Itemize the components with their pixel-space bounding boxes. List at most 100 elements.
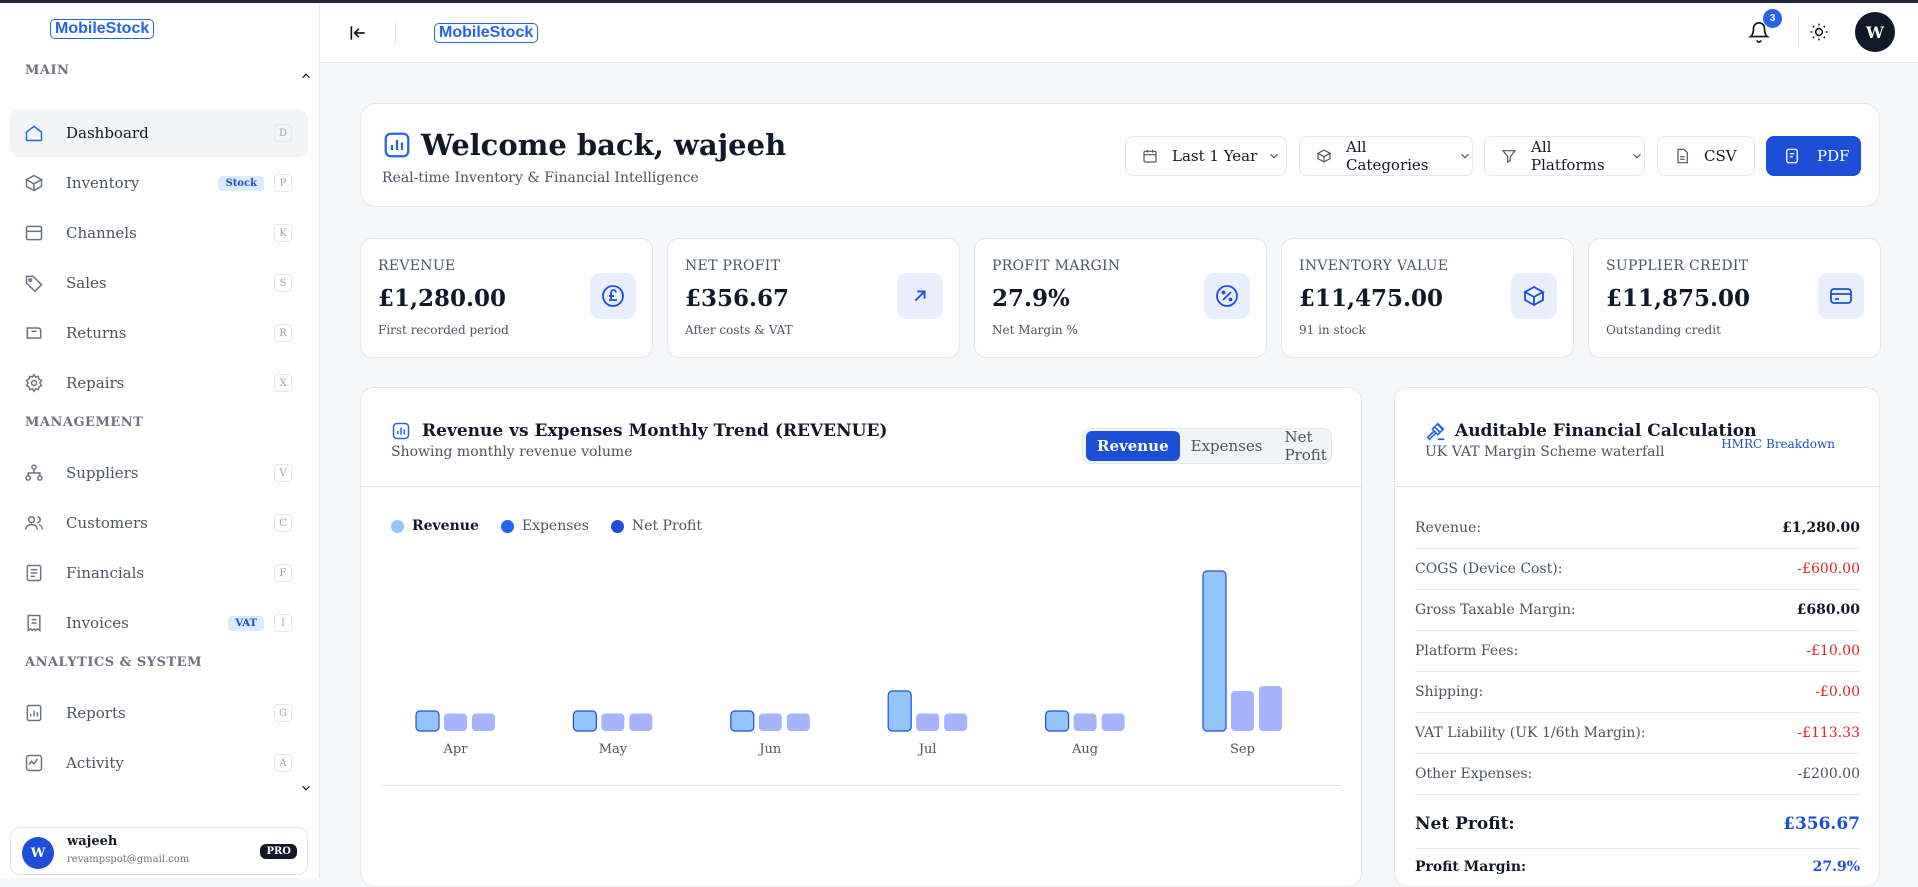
sidebar-item-sales[interactable]: Sales S [10, 259, 308, 307]
bar-net-profit-jul[interactable] [944, 713, 968, 732]
return-icon [24, 323, 44, 343]
calc-row-value: £1,280.00 [1782, 520, 1860, 536]
sidebar-item-suppliers[interactable]: Suppliers V [10, 449, 308, 497]
pdf-file-icon [1783, 147, 1801, 165]
theme-toggle-button[interactable] [1804, 17, 1834, 47]
legend-label: Revenue [412, 518, 479, 534]
legend-item-revenue[interactable]: Revenue [391, 518, 479, 534]
stat-label: SUPPLIER CREDIT [1606, 258, 1749, 274]
chevron-down-icon [1630, 149, 1644, 163]
card-header: Revenue vs Expenses Monthly Trend (REVEN… [361, 388, 1361, 487]
category-select[interactable]: All Categories [1299, 136, 1473, 176]
topbar-logo[interactable]: MobileStock [434, 23, 539, 43]
sidebar: MobileStock MAIN Dashboard D Inventory S… [0, 3, 320, 878]
bar-net-profit-jun[interactable] [786, 713, 810, 732]
bar-revenue-aug[interactable] [1044, 710, 1070, 732]
bar-net-profit-sep[interactable] [1259, 686, 1282, 731]
calc-row-value: -£600.00 [1797, 561, 1860, 577]
calc-row: Net Profit: £356.67 [1415, 799, 1860, 849]
sidebar-logo[interactable]: MobileStock [50, 19, 155, 39]
sidebar-item-label: Dashboard [66, 124, 149, 142]
tab-net-profit[interactable]: Net Profit [1273, 428, 1337, 464]
page-subtitle: Real-time Inventory & Financial Intellig… [382, 170, 699, 186]
sidebar-item-label: Sales [66, 274, 107, 292]
chevron-up-icon[interactable] [299, 69, 313, 83]
calc-row-value: 27.9% [1812, 858, 1860, 875]
tab-expenses[interactable]: Expenses [1180, 431, 1274, 461]
collapse-sidebar-icon[interactable] [348, 23, 368, 43]
home-icon [24, 123, 44, 143]
pdf-label: PDF [1817, 147, 1850, 165]
legend-label: Expenses [521, 518, 589, 534]
calc-row-value: -£10.00 [1806, 643, 1860, 659]
hmrc-breakdown-link[interactable]: HMRC Breakdown [1721, 437, 1835, 451]
bar-revenue-sep[interactable] [1202, 570, 1227, 732]
stat-note: 91 in stock [1299, 323, 1366, 337]
platform-select[interactable]: All Platforms [1484, 136, 1645, 176]
category-value: All Categories [1346, 138, 1429, 174]
bar-net-profit-aug[interactable] [1101, 713, 1125, 732]
bar-revenue-jul[interactable] [887, 690, 912, 732]
calendar-icon [1142, 148, 1158, 164]
chevron-down-icon[interactable] [299, 781, 313, 795]
sidebar-item-label: Repairs [66, 374, 125, 392]
shortcut-key: D [274, 124, 292, 142]
shortcut-key: V [274, 464, 292, 482]
user-profile-card[interactable]: W wajeeh revampspot@gmail.com PRO [10, 827, 308, 875]
x-tick-label: Jul [917, 742, 937, 757]
shortcut-key: S [274, 274, 292, 292]
legend-label: Net Profit [631, 518, 703, 534]
stock-badge: Stock [218, 175, 264, 191]
stat-value: £1,280.00 [378, 285, 507, 312]
sidebar-item-reports[interactable]: Reports G [10, 689, 308, 737]
box-icon [24, 173, 44, 193]
period-value: Last 1 Year [1172, 147, 1258, 165]
sidebar-item-channels[interactable]: Channels K [10, 209, 308, 257]
tab-revenue[interactable]: Revenue [1086, 431, 1180, 461]
divider [1798, 17, 1799, 47]
chevron-down-icon [1267, 149, 1281, 163]
card-header: Auditable Financial Calculation UK VAT M… [1395, 388, 1879, 487]
sidebar-item-dashboard[interactable]: Dashboard D [10, 109, 308, 157]
calc-row-label: Shipping: [1415, 684, 1484, 700]
bar-expenses-apr[interactable] [444, 713, 467, 732]
bar-revenue-apr[interactable] [415, 710, 440, 732]
export-pdf-button[interactable]: PDF [1766, 136, 1861, 176]
bar-revenue-jun[interactable] [730, 710, 755, 732]
sidebar-item-returns[interactable]: Returns R [10, 309, 308, 357]
sidebar-item-invoices[interactable]: Invoices VAT I [10, 599, 308, 647]
bar-expenses-aug[interactable] [1073, 713, 1097, 732]
tag-icon [24, 273, 44, 293]
layers-icon [24, 223, 44, 243]
bar-expenses-jun[interactable] [758, 713, 782, 732]
bar-net-profit-may[interactable] [629, 713, 653, 732]
bar-expenses-may[interactable] [601, 713, 625, 732]
calc-row: Other Expenses: -£200.00 [1415, 754, 1860, 795]
org-icon [24, 463, 44, 483]
sidebar-item-financials[interactable]: Financials F [10, 549, 308, 597]
legend-item-expenses[interactable]: Expenses [500, 518, 589, 534]
calc-row-label: Revenue: [1415, 520, 1482, 536]
export-csv-button[interactable]: CSV [1657, 136, 1755, 176]
shortcut-key: C [274, 514, 292, 532]
sidebar-item-customers[interactable]: Customers C [10, 499, 308, 547]
bar-expenses-sep[interactable] [1231, 691, 1254, 731]
bar-revenue-may[interactable] [572, 710, 597, 732]
legend-item-net-profit[interactable]: Net Profit [610, 518, 703, 534]
avatar[interactable]: W [1855, 12, 1895, 52]
bar-net-profit-apr[interactable] [472, 713, 495, 732]
calc-row-label: COGS (Device Cost): [1415, 561, 1563, 577]
stat-label: REVENUE [378, 258, 456, 274]
section-management: MANAGEMENT [25, 415, 144, 430]
x-tick-label: Sep [1230, 742, 1255, 757]
financial-calculation-card: Auditable Financial Calculation UK VAT M… [1394, 387, 1880, 887]
calc-row-label: Profit Margin: [1415, 858, 1527, 875]
sidebar-item-activity[interactable]: Activity A [10, 739, 308, 787]
logo-text: MobileStock [55, 20, 150, 37]
period-select[interactable]: Last 1 Year [1125, 136, 1287, 176]
sidebar-item-repairs[interactable]: Repairs X [10, 359, 308, 407]
bar-expenses-jul[interactable] [916, 713, 940, 732]
sidebar-item-inventory[interactable]: Inventory Stock P [10, 159, 308, 207]
shortcut-key: K [274, 224, 292, 242]
chevron-down-icon [1458, 149, 1472, 163]
